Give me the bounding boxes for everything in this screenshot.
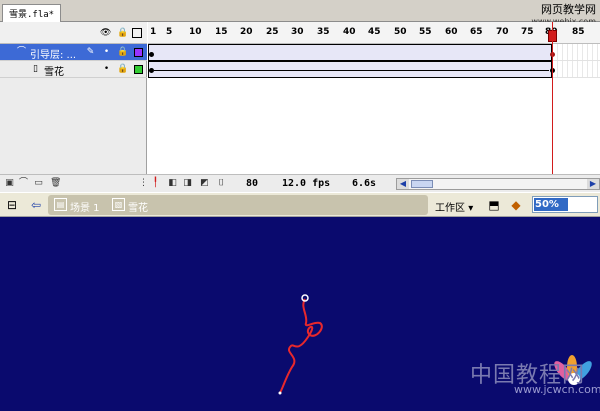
frame-row-snowflake[interactable] bbox=[148, 61, 600, 78]
edit-bar: ⊟ ⇦ ▤ 场景 1 ▧ 雪花 工作区 ▾ ⬒ ◆ bbox=[0, 192, 600, 217]
insert-folder-icon[interactable]: ▭ bbox=[33, 178, 44, 189]
watermark-top-title: 网页教学网 bbox=[541, 3, 596, 16]
ruler-label: 50 bbox=[394, 27, 407, 37]
add-guide-layer-icon[interactable]: ⌒ bbox=[18, 178, 29, 189]
zoom-input[interactable] bbox=[534, 198, 568, 211]
ruler-label: 40 bbox=[343, 27, 356, 37]
timeline-status-bar: ▣ ⌒ ▭ 🗑 ⋮ ╿ ◧ ◨ ◩ ⌷ 80 12.0 fps 6.6s ◀ ▶ bbox=[0, 174, 600, 192]
lock-icon[interactable]: 🔒 bbox=[117, 47, 128, 58]
layer-icon: ▯ bbox=[33, 64, 38, 74]
ruler-label: 5 bbox=[166, 27, 173, 37]
back-arrow-icon[interactable]: ⇦ bbox=[28, 197, 44, 213]
frame-ruler: 1 5 10 15 20 25 30 35 40 45 50 55 60 65 … bbox=[148, 22, 600, 44]
workspace-dropdown[interactable]: 工作区 ▾ bbox=[435, 199, 473, 214]
layer-row-guide[interactable]: ⌒ 引导层: ... ✎ • 🔒 bbox=[0, 44, 147, 61]
lock-icon[interactable]: 🔒 bbox=[117, 28, 128, 38]
ruler-label: 75 bbox=[521, 27, 534, 37]
layer-color-swatch[interactable] bbox=[134, 65, 143, 74]
tween-arrow bbox=[154, 70, 549, 71]
layer-row-snowflake[interactable]: ▯ 雪花 • 🔒 bbox=[0, 61, 147, 78]
visibility-dot[interactable]: • bbox=[101, 47, 112, 58]
ruler-label: 20 bbox=[240, 27, 253, 37]
center-frame-icon[interactable]: ╿ bbox=[150, 178, 161, 189]
ruler-label: 10 bbox=[189, 27, 202, 37]
edit-multiple-frames-icon[interactable]: ◩ bbox=[199, 178, 210, 189]
breadcrumb: ▤ 场景 1 ▧ 雪花 bbox=[48, 195, 428, 215]
layer-color-swatch[interactable] bbox=[134, 48, 143, 57]
guide-end-point bbox=[278, 391, 282, 395]
ruler-label: 55 bbox=[419, 27, 432, 37]
frame-row-guide[interactable] bbox=[148, 44, 600, 61]
onion-skin-icon[interactable]: ◧ bbox=[167, 178, 178, 189]
ruler-label: 1 bbox=[150, 27, 157, 37]
layer-name: 引导层: ... bbox=[30, 50, 77, 61]
lock-icon[interactable]: 🔒 bbox=[117, 64, 128, 75]
layer-list: 👁 🔒 ⌒ 引导层: ... ✎ • 🔒 ▯ 雪花 • 🔒 bbox=[0, 22, 147, 174]
guide-curve bbox=[279, 298, 323, 394]
ruler-label: 85 bbox=[572, 27, 585, 37]
onion-outline-icon[interactable]: ◨ bbox=[182, 178, 193, 189]
workspace-label: 工作区 bbox=[435, 203, 465, 214]
timeline-panel: 👁 🔒 ⌒ 引导层: ... ✎ • 🔒 ▯ 雪花 • 🔒 1 5 10 15 … bbox=[0, 22, 600, 174]
document-tab[interactable]: 雪景.fla* bbox=[2, 4, 62, 22]
modify-onion-markers-icon[interactable]: ⌷ bbox=[216, 178, 227, 189]
ruler-label: 15 bbox=[215, 27, 228, 37]
visibility-dot[interactable]: • bbox=[101, 64, 112, 75]
grip-icon: ⋮ bbox=[139, 178, 148, 188]
chevron-down-icon: ▾ bbox=[468, 203, 474, 214]
insert-layer-icon[interactable]: ▣ bbox=[4, 178, 15, 189]
elapsed-time: 6.6s bbox=[352, 178, 377, 189]
edit-symbols-icon[interactable]: ⬒ bbox=[486, 197, 502, 213]
current-frame: 80 bbox=[246, 178, 259, 189]
keyframe-start[interactable] bbox=[149, 52, 154, 57]
layer-name: 雪花 bbox=[44, 67, 64, 78]
ruler-label: 30 bbox=[291, 27, 304, 37]
ruler-label: 35 bbox=[317, 27, 330, 37]
breadcrumb-symbol[interactable]: 雪花 bbox=[128, 199, 148, 214]
breadcrumb-scene[interactable]: 场景 1 bbox=[70, 199, 100, 214]
layer-header: 👁 🔒 bbox=[0, 22, 147, 44]
symbol-icon: ▧ bbox=[112, 198, 125, 211]
outline-icon[interactable] bbox=[132, 28, 142, 38]
stage[interactable]: 中国教程网 www.jcwcn.com bbox=[0, 217, 600, 411]
frame-area: 1 5 10 15 20 25 30 35 40 45 50 55 60 65 … bbox=[148, 22, 600, 174]
scroll-right-icon[interactable]: ▶ bbox=[587, 179, 599, 189]
playhead-line[interactable] bbox=[552, 22, 553, 174]
pencil-icon: ✎ bbox=[86, 47, 95, 57]
scrollbar-thumb[interactable] bbox=[411, 180, 433, 188]
document-tab-strip: 雪景.fla* 网页教学网 www.webjx.com bbox=[0, 0, 600, 26]
ruler-label: 70 bbox=[496, 27, 509, 37]
scroll-left-icon[interactable]: ◀ bbox=[397, 179, 409, 189]
frame-rate: 12.0 fps bbox=[282, 178, 331, 189]
eye-icon[interactable]: 👁 bbox=[100, 28, 111, 38]
ruler-label: 65 bbox=[470, 27, 483, 37]
watermark-url: www.jcwcn.com bbox=[514, 383, 600, 396]
edit-scene-icon[interactable]: ◆ bbox=[508, 197, 524, 213]
delete-layer-icon[interactable]: 🗑 bbox=[50, 178, 61, 189]
zoom-combobox[interactable] bbox=[532, 196, 598, 213]
timeline-toggle-icon[interactable]: ⊟ bbox=[4, 197, 20, 213]
ruler-label: 25 bbox=[266, 27, 279, 37]
guide-layer-icon: ⌒ bbox=[16, 47, 26, 57]
ruler-label: 60 bbox=[445, 27, 458, 37]
ruler-label: 45 bbox=[368, 27, 381, 37]
timeline-scrollbar[interactable]: ◀ ▶ bbox=[396, 178, 600, 190]
guide-frame-span[interactable] bbox=[148, 44, 552, 61]
scene-icon: ▤ bbox=[54, 198, 67, 211]
